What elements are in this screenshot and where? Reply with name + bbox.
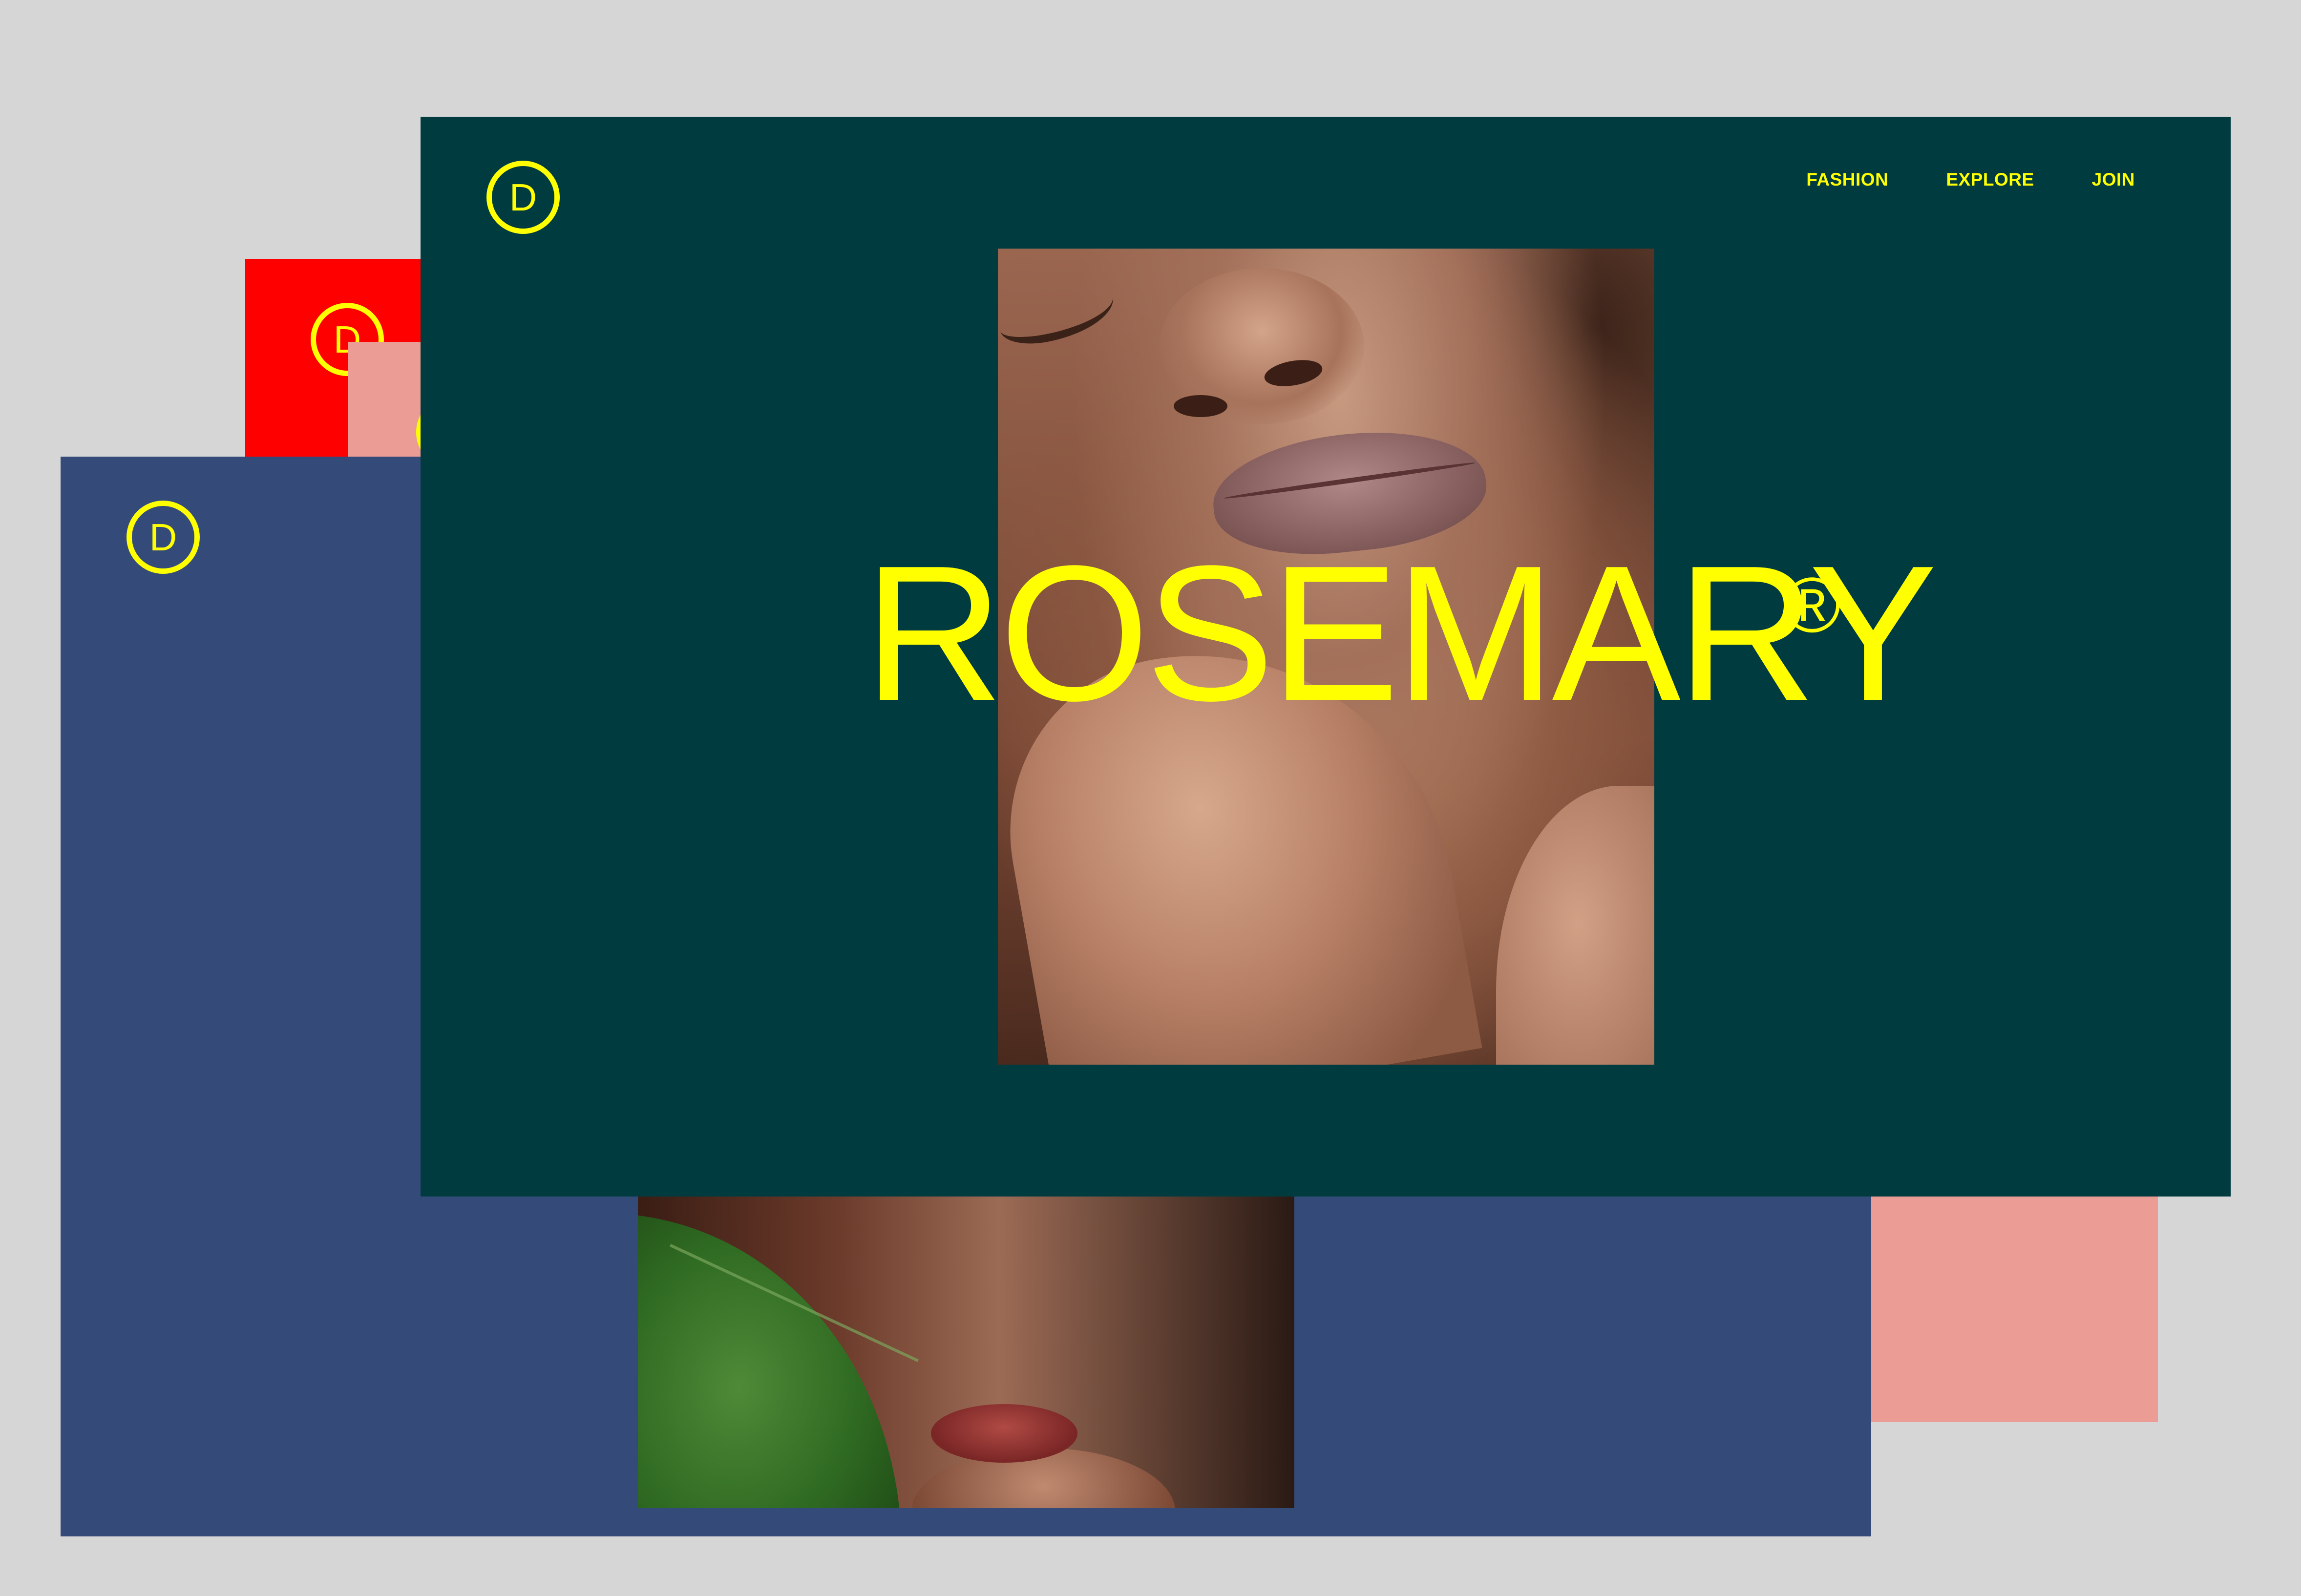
photo-nostril xyxy=(1174,395,1227,417)
nav-link-join[interactable]: JOIN xyxy=(2092,169,2135,190)
logo-icon[interactable]: D xyxy=(486,161,560,234)
photo-red-lips xyxy=(931,1404,1077,1463)
logo-letter: D xyxy=(509,176,537,219)
photo-leaf xyxy=(638,1211,947,1508)
mockup-stage: D D D D FASHION EXPLORE JOIN xyxy=(0,0,2301,1596)
brand-title: ROSEMARY xyxy=(864,525,1938,741)
logo-icon[interactable]: D xyxy=(127,501,200,574)
registered-mark: ® xyxy=(1783,561,1841,649)
top-nav: FASHION EXPLORE JOIN xyxy=(1806,169,2135,190)
nav-link-explore[interactable]: EXPLORE xyxy=(1946,169,2034,190)
logo-letter: D xyxy=(149,516,177,559)
nav-link-fashion[interactable]: FASHION xyxy=(1806,169,1888,190)
front-page-card: D FASHION EXPLORE JOIN ROSEMARY ® xyxy=(421,117,2231,1197)
